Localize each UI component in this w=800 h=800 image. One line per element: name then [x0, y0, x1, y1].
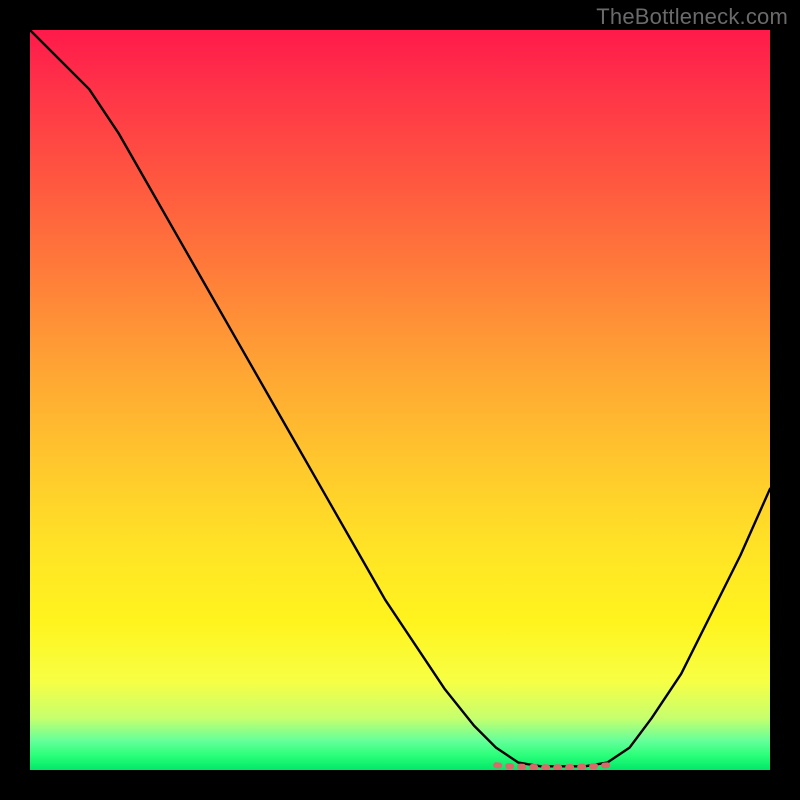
plot-area: [30, 30, 770, 770]
marker-svg: [30, 30, 770, 770]
watermark-text: TheBottleneck.com: [596, 4, 788, 30]
chart-frame: TheBottleneck.com: [0, 0, 800, 800]
